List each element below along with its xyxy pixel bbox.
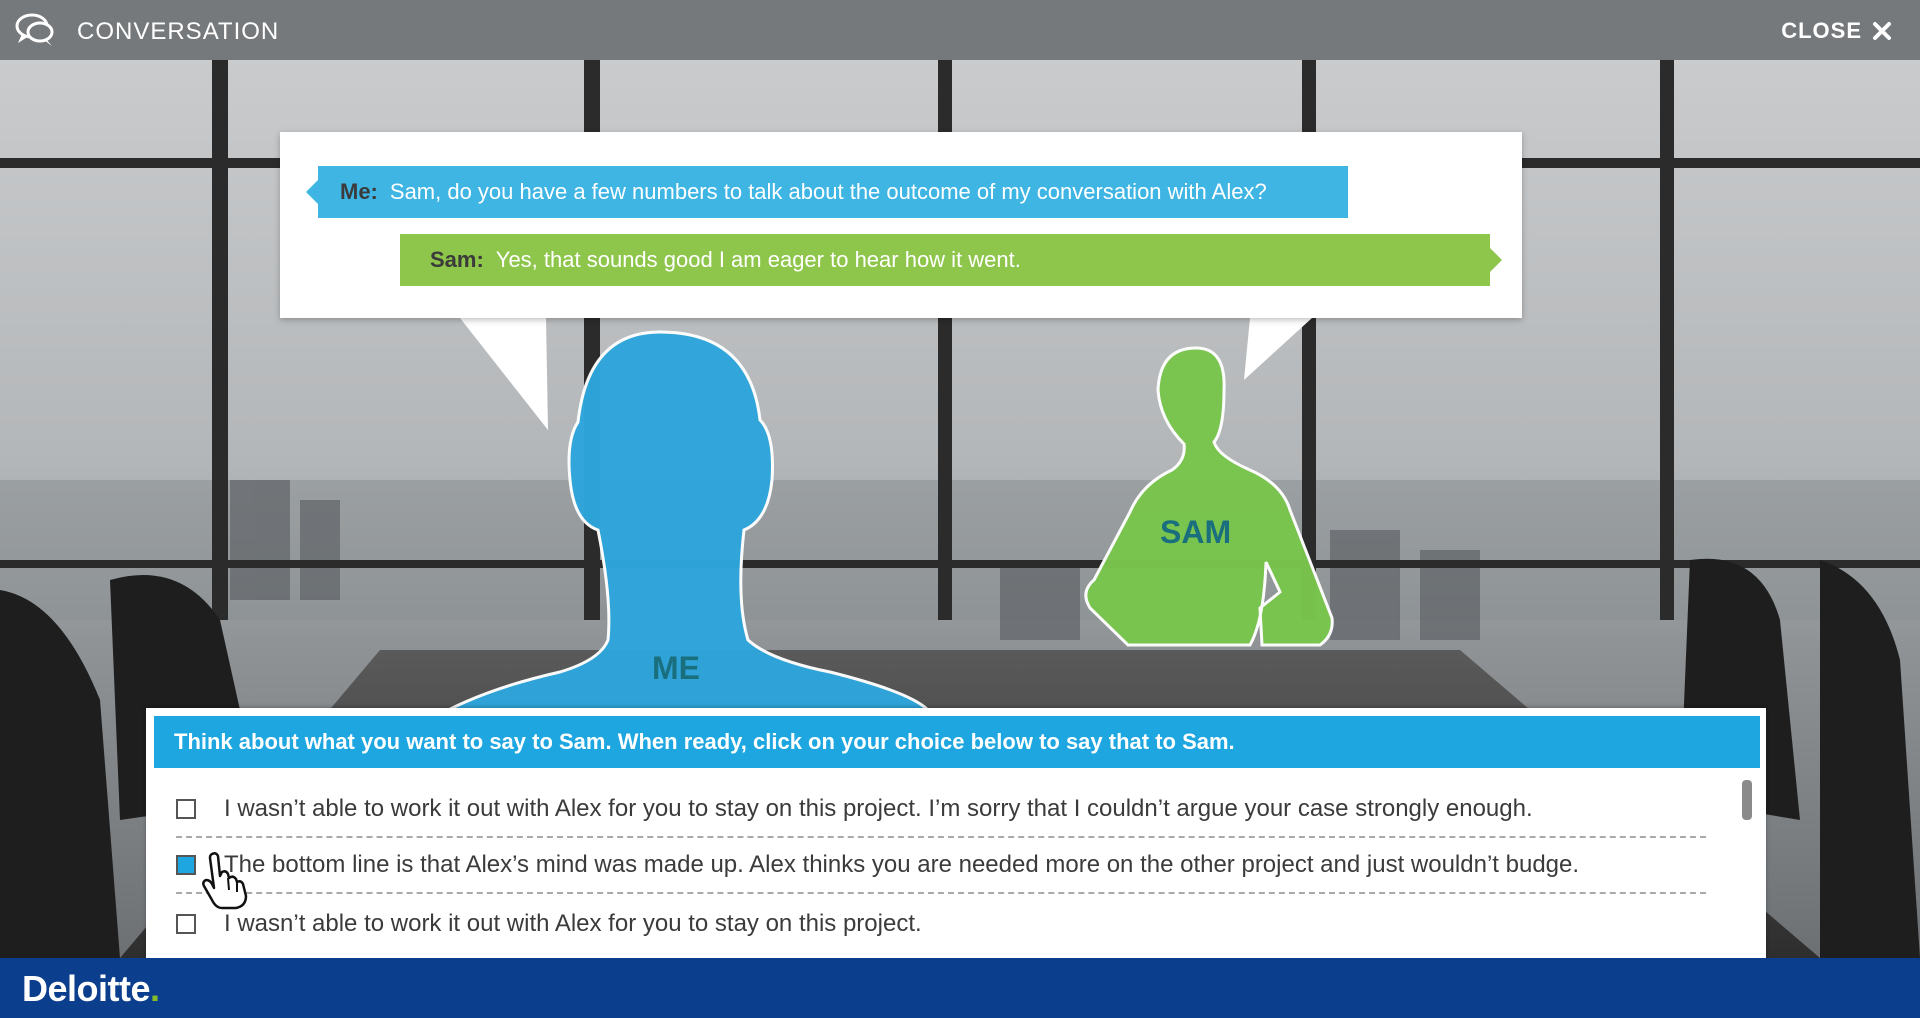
- choice-option-2[interactable]: The bottom line is that Alex’s mind was …: [176, 838, 1706, 894]
- dialogue-text-me: Sam, do you have a few numbers to talk a…: [389, 179, 1267, 204]
- dialogue-line-sam: Sam: Yes, that sounds good I am eager to…: [400, 234, 1502, 286]
- dialogue-line-me: Me: Sam, do you have a few numbers to ta…: [306, 166, 1348, 218]
- choice-text-3: I wasn’t able to work it out with Alex f…: [224, 910, 922, 937]
- choice-option-3[interactable]: I wasn’t able to work it out with Alex f…: [176, 896, 1706, 952]
- choice-text-2: The bottom line is that Alex’s mind was …: [224, 851, 1580, 878]
- brand-name: Deloitte: [22, 968, 151, 1009]
- speaker-me: Me:: [340, 179, 378, 204]
- top-bar: CONVERSATION CLOSE: [0, 0, 1920, 60]
- brand-dot: .: [150, 968, 160, 1009]
- choice-checkbox-2[interactable]: [176, 855, 196, 875]
- close-icon: [1873, 22, 1891, 40]
- sam-label: SAM: [1160, 514, 1232, 550]
- choice-prompt: Think about what you want to say to Sam.…: [154, 716, 1760, 768]
- choice-text-1: I wasn’t able to work it out with Alex f…: [224, 795, 1533, 822]
- choice-checkbox-3[interactable]: [176, 914, 196, 934]
- choice-panel: Think about what you want to say to Sam.…: [146, 708, 1766, 960]
- scrollbar-thumb[interactable]: [1742, 780, 1752, 820]
- speaker-sam: Sam:: [430, 247, 484, 272]
- deloitte-logo: Deloitte.: [22, 968, 160, 1010]
- window-title: CONVERSATION: [77, 18, 280, 45]
- dialogue-panel: Me: Sam, do you have a few numbers to ta…: [280, 132, 1522, 318]
- close-button[interactable]: CLOSE: [1781, 18, 1892, 44]
- footer-bar: Deloitte.: [0, 958, 1920, 1018]
- choice-option-1[interactable]: I wasn’t able to work it out with Alex f…: [176, 782, 1706, 838]
- dialogue-text-sam: Yes, that sounds good I am eager to hear…: [495, 247, 1021, 272]
- me-label: ME: [652, 650, 700, 686]
- conversation-icon: [15, 13, 54, 46]
- choice-checkbox-1[interactable]: [176, 799, 196, 819]
- close-label: CLOSE: [1781, 18, 1862, 43]
- hand-pointer-icon: [202, 852, 248, 910]
